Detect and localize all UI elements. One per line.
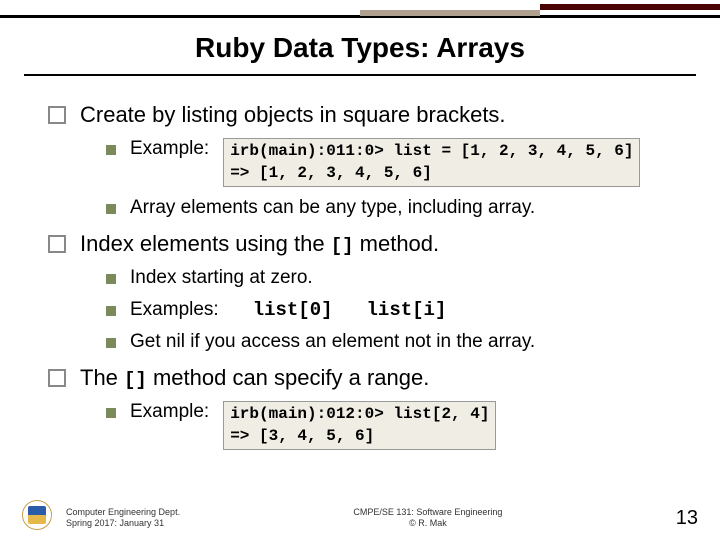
square-bullet-icon xyxy=(48,106,66,124)
bullet-create: Create by listing objects in square brac… xyxy=(48,102,690,128)
bullet-suffix: method. xyxy=(354,231,440,256)
bullet-prefix: The xyxy=(80,365,124,390)
university-logo-icon xyxy=(22,500,52,530)
code-inline: [] xyxy=(124,369,147,391)
slide-footer: Computer Engineering Dept. Spring 2017: … xyxy=(0,500,720,530)
small-square-icon xyxy=(106,204,116,214)
sub-text: Get nil if you access an element not in … xyxy=(130,331,535,353)
sub-example: Example: irb(main):011:0> list = [1, 2, 3… xyxy=(106,138,690,187)
sub-text: Array elements can be any type, includin… xyxy=(130,197,535,219)
bullet-prefix: Index elements using the xyxy=(80,231,331,256)
code-box: irb(main):012:0> list[2, 4] => [3, 4, 5,… xyxy=(223,401,496,450)
footer-term: Spring 2017: January 31 xyxy=(66,518,180,530)
code-inline: list[i] xyxy=(367,299,447,321)
sub-label: Example: xyxy=(130,138,209,159)
small-square-icon xyxy=(106,145,116,155)
sub-nil: Get nil if you access an element not in … xyxy=(106,331,690,353)
slide-content: Create by listing objects in square brac… xyxy=(0,76,720,450)
bullet-suffix: method can specify a range. xyxy=(147,365,430,390)
bullet-text: Create by listing objects in square brac… xyxy=(80,102,506,128)
footer-center: CMPE/SE 131: Software Engineering © R. M… xyxy=(180,507,676,530)
decorative-topbar xyxy=(0,0,720,18)
footer-dept: Computer Engineering Dept. xyxy=(66,507,180,519)
small-square-icon xyxy=(106,274,116,284)
sub-text: Index starting at zero. xyxy=(130,267,313,289)
square-bullet-icon xyxy=(48,235,66,253)
footer-copyright: © R. Mak xyxy=(180,518,676,530)
small-square-icon xyxy=(106,338,116,348)
sub-label: Example: xyxy=(130,401,209,422)
sub-example-range: Example: irb(main):012:0> list[2, 4] => [… xyxy=(106,401,690,450)
bullet-range: The [] method can specify a range. xyxy=(48,365,690,391)
footer-course: CMPE/SE 131: Software Engineering xyxy=(180,507,676,519)
code-inline: [] xyxy=(331,235,354,257)
footer-left: Computer Engineering Dept. Spring 2017: … xyxy=(66,507,180,530)
code-box: irb(main):011:0> list = [1, 2, 3, 4, 5, … xyxy=(223,138,640,187)
sub-zero: Index starting at zero. xyxy=(106,267,690,289)
small-square-icon xyxy=(106,306,116,316)
page-number: 13 xyxy=(676,507,698,530)
sub-examples: Examples: list[0] list[i] xyxy=(106,299,690,321)
sub-any-type: Array elements can be any type, includin… xyxy=(106,197,690,219)
small-square-icon xyxy=(106,408,116,418)
page-title: Ruby Data Types: Arrays xyxy=(0,18,720,74)
square-bullet-icon xyxy=(48,369,66,387)
sub-label: Examples: xyxy=(130,299,219,320)
code-inline: list[0] xyxy=(253,299,333,321)
bullet-index: Index elements using the [] method. xyxy=(48,231,690,257)
